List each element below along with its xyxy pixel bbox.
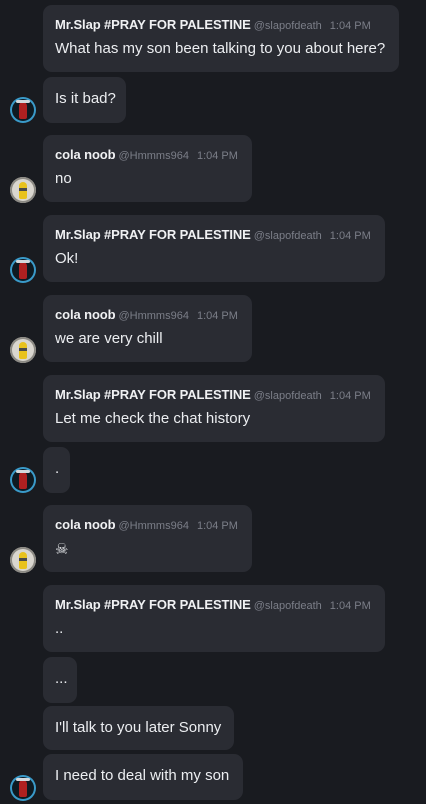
sender-handle[interactable]: @Hmmms964 [119,310,189,322]
message-bubble[interactable]: I need to deal with my son [43,754,243,800]
message-time: 1:04 PM [196,520,238,532]
avatar[interactable] [10,467,36,493]
message-text: ... [55,670,68,687]
sender-name[interactable]: cola noob [55,307,116,322]
sender-handle[interactable]: @slapofdeath [254,600,322,612]
message-bubble[interactable]: . [43,447,70,493]
message-bubble[interactable]: cola noob @Hmmms964 1:04 PM no [43,135,252,202]
message-time: 1:04 PM [329,600,371,612]
message-text: . [55,460,60,477]
avatar[interactable] [10,775,36,801]
sender-handle[interactable]: @slapofdeath [254,390,322,402]
message-bubble[interactable]: cola noob @Hmmms964 1:04 PM ☠ [43,505,252,572]
message-bubble[interactable]: Mr.Slap #PRAY FOR PALESTINE @slapofdeath 1… [43,5,399,72]
message-text: I need to deal with my son [55,767,230,784]
message-text: we are very chill [55,330,163,347]
message-text: no [55,170,72,187]
avatar[interactable] [10,177,36,203]
sender-name[interactable]: cola noob [55,147,116,162]
message-time: 1:04 PM [329,20,371,32]
message-meta: cola noob @Hmmms964 1:04 PM [55,517,238,532]
message-bubble[interactable]: Mr.Slap #PRAY FOR PALESTINE @slapofdeath 1… [43,375,385,442]
message-meta: Mr.Slap #PRAY FOR PALESTINE @slapofdeath 1… [55,597,371,612]
message-text: Is it bad? [55,90,116,107]
sender-handle[interactable]: @Hmmms964 [119,150,189,162]
avatar[interactable] [10,257,36,283]
message-bubble[interactable]: cola noob @Hmmms964 1:04 PM we are very ch… [43,295,252,362]
message-meta: Mr.Slap #PRAY FOR PALESTINE @slapofdeath 1… [55,17,371,32]
message-meta: Mr.Slap #PRAY FOR PALESTINE @slapofdeath 1… [55,387,371,402]
avatar[interactable] [10,97,36,123]
sender-name[interactable]: Mr.Slap #PRAY FOR PALESTINE [55,387,251,402]
sender-handle[interactable]: @Hmmms964 [119,520,189,532]
message-time: 1:04 PM [196,310,238,322]
message-text: Ok! [55,250,79,267]
message-time: 1:04 PM [329,390,371,402]
message-meta: Mr.Slap #PRAY FOR PALESTINE @slapofdeath 1… [55,227,371,242]
sender-name[interactable]: Mr.Slap #PRAY FOR PALESTINE [55,17,251,32]
avatar[interactable] [10,547,36,573]
message-text: Let me check the chat history [55,410,251,427]
avatar[interactable] [10,337,36,363]
message-bubble[interactable]: Mr.Slap #PRAY FOR PALESTINE @slapofdeath 1… [43,585,385,652]
message-text: .. [55,620,64,637]
message-meta: cola noob @Hmmms964 1:04 PM [55,147,238,162]
message-bubble[interactable]: I'll talk to you later Sonny [43,706,234,750]
message-bubble[interactable]: Mr.Slap #PRAY FOR PALESTINE @slapofdeath 1… [43,215,385,282]
chat-feed: Mr.Slap #PRAY FOR PALESTINE @slapofdeath 1… [0,0,426,804]
message-bubble[interactable]: Is it bad? [43,77,126,123]
sender-name[interactable]: Mr.Slap #PRAY FOR PALESTINE [55,597,251,612]
message-time: 1:04 PM [329,230,371,242]
message-bubble[interactable]: ... [43,657,77,703]
message-text: What has my son been talking to you abou… [55,40,386,57]
sender-handle[interactable]: @slapofdeath [254,20,322,32]
sender-handle[interactable]: @slapofdeath [254,230,322,242]
message-time: 1:04 PM [196,150,238,162]
sender-name[interactable]: Mr.Slap #PRAY FOR PALESTINE [55,227,251,242]
message-text: I'll talk to you later Sonny [55,719,222,736]
sender-name[interactable]: cola noob [55,517,116,532]
message-meta: cola noob @Hmmms964 1:04 PM [55,307,238,322]
message-text: ☠ [55,541,69,558]
